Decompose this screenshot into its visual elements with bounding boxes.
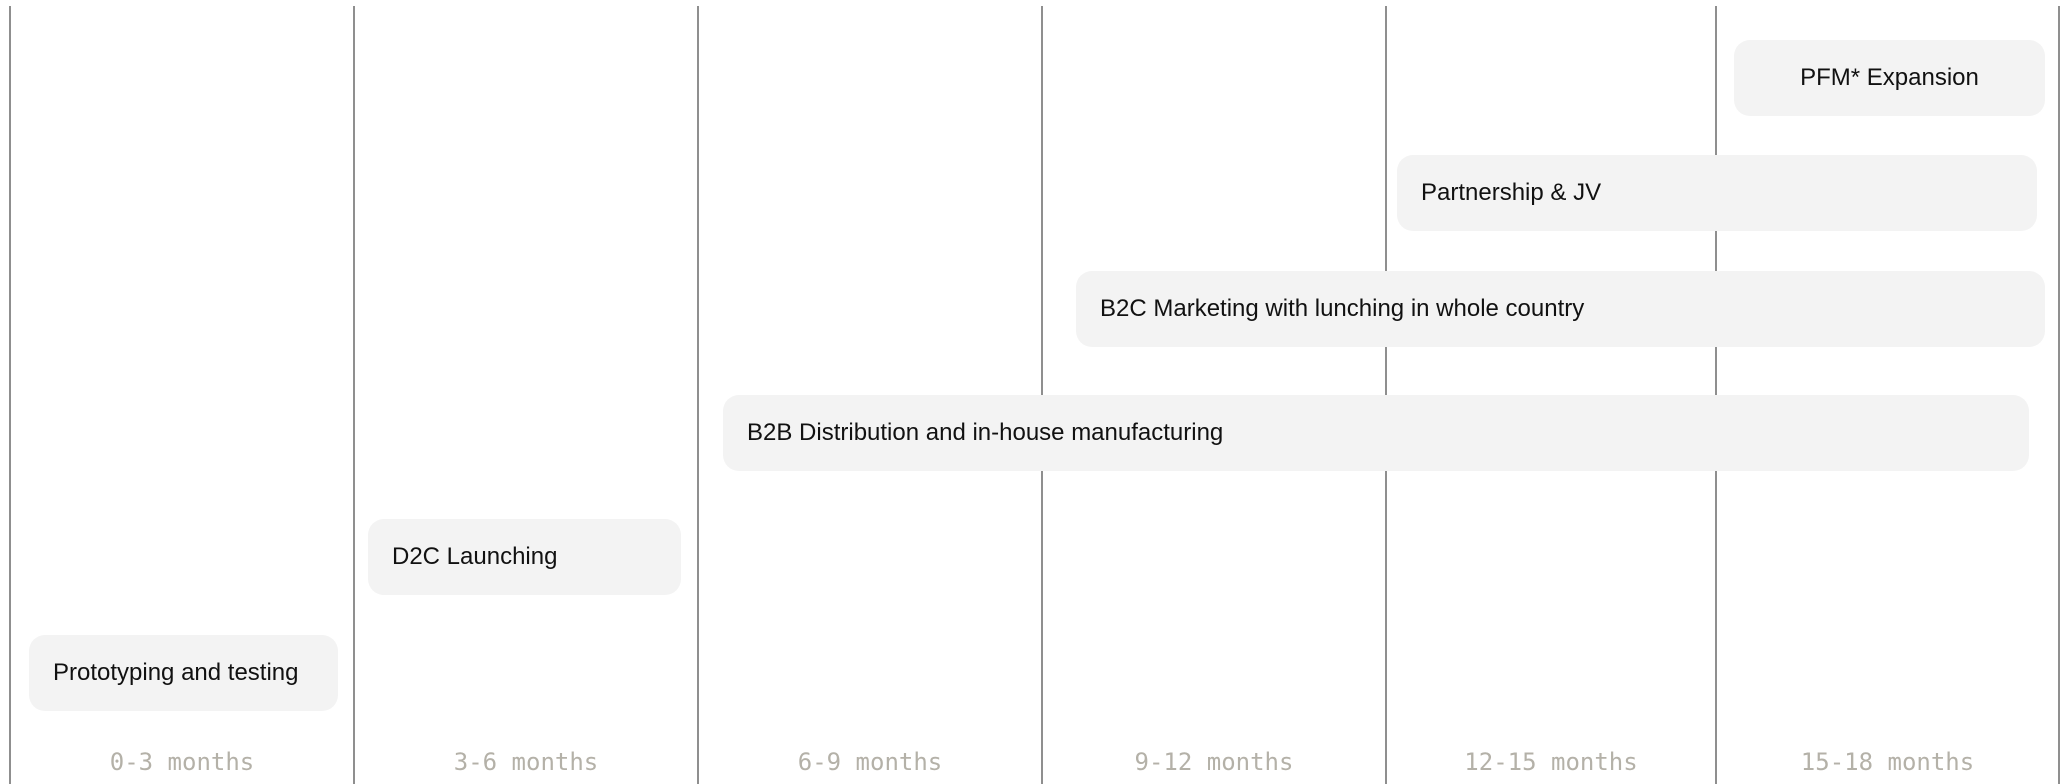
- phase-b2c-marketing: B2C Marketing with lunching in whole cou…: [1076, 271, 2045, 347]
- period-label-15-18: 15-18 months: [1800, 748, 1975, 776]
- period-label-12-15: 12-15 months: [1464, 748, 1638, 776]
- roadmap-timeline: 0-3 months 3-6 months 6-9 months 9-12 mo…: [0, 0, 2069, 784]
- phase-d2c-launching: D2C Launching: [368, 519, 681, 595]
- phase-pfm-expansion: PFM* Expansion: [1734, 40, 2045, 116]
- period-label-6-9: 6-9 months: [797, 748, 943, 776]
- column-divider: [2058, 6, 2060, 784]
- column-divider: [353, 6, 355, 784]
- period-label-0-3: 0-3 months: [109, 748, 255, 776]
- column-divider: [9, 6, 11, 784]
- column-divider: [697, 6, 699, 784]
- phase-b2b-distribution: B2B Distribution and in-house manufactur…: [723, 395, 2029, 471]
- period-label-9-12: 9-12 months: [1134, 748, 1294, 776]
- phase-partnership-jv: Partnership & JV: [1397, 155, 2037, 231]
- period-label-3-6: 3-6 months: [453, 748, 599, 776]
- phase-prototyping-testing: Prototyping and testing: [29, 635, 338, 711]
